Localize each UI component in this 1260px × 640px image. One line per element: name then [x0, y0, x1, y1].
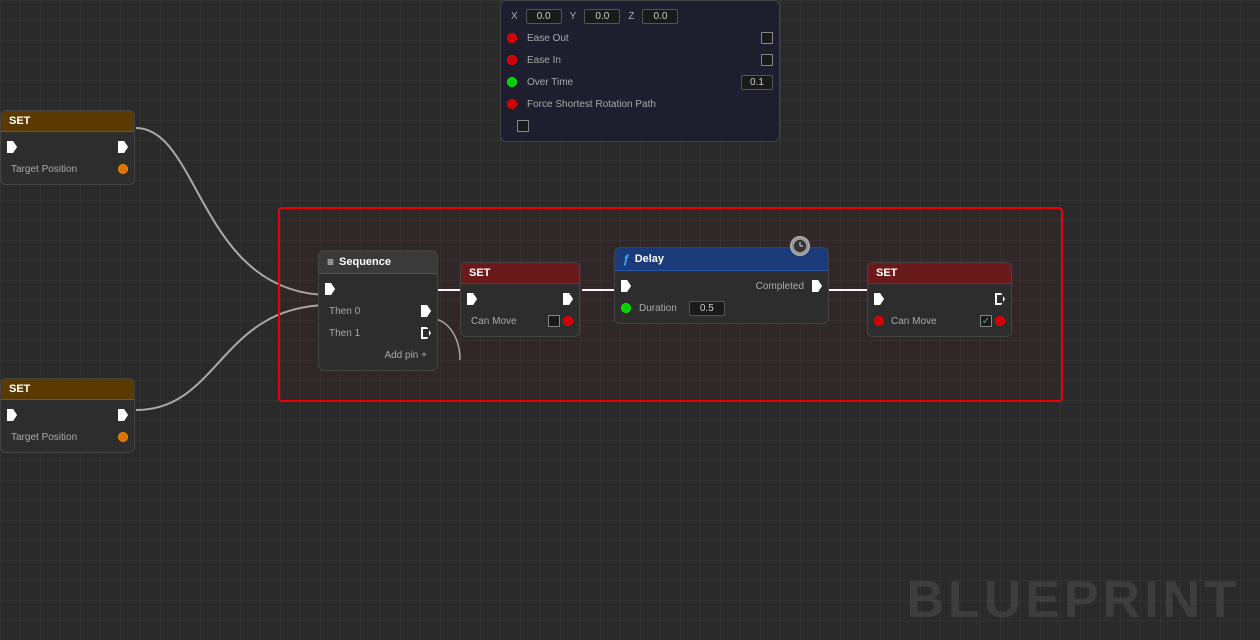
force-shortest-label: Force Shortest Rotation Path [523, 99, 660, 110]
sequence-then0-label: Then 0 [325, 306, 364, 317]
left-set1-target-label: Target Position [7, 164, 81, 175]
sequence-title: Sequence [339, 256, 391, 268]
sequence-icon: ≡ [327, 255, 334, 269]
ease-out-label: Ease Out [523, 33, 573, 44]
set1-exec-in[interactable] [467, 293, 477, 305]
set2-exec-in[interactable] [874, 293, 884, 305]
over-time-pin [507, 77, 517, 87]
delay-completed-label: Completed [752, 281, 808, 292]
set-node-2-body: Can Move [868, 284, 1011, 336]
set2-can-move-label: Can Move [887, 316, 941, 327]
set2-can-move-pin-right[interactable] [995, 316, 1005, 326]
force-shortest-checkbox[interactable] [517, 120, 529, 132]
left-set-node-2-title: SET [9, 383, 30, 395]
z-label: Z [624, 11, 638, 22]
set-node-1: SET Can Move [460, 262, 580, 337]
set1-can-move-pin[interactable] [563, 316, 573, 326]
set1-can-move-label: Can Move [467, 316, 521, 327]
delay-title: Delay [635, 253, 664, 265]
z-input[interactable] [642, 9, 678, 24]
set-node-2-title: SET [876, 267, 897, 279]
add-pin-button[interactable]: Add pin + [380, 350, 431, 361]
delay-duration-input[interactable] [689, 301, 725, 316]
left-set2-target-pin[interactable] [118, 432, 128, 442]
sequence-then0-pin[interactable] [421, 305, 431, 317]
delay-duration-label: Duration [635, 303, 681, 314]
set-node-1-title: SET [469, 267, 490, 279]
set-node-1-header: SET [461, 263, 579, 284]
left-set1-exec-out[interactable] [118, 141, 128, 153]
sequence-then1-pin[interactable] [421, 327, 431, 339]
ease-in-pin [507, 55, 517, 65]
set2-exec-out[interactable] [995, 293, 1005, 305]
sequence-node: ≡ Sequence Then 0 Then 1 Add pin + [318, 250, 438, 371]
top-right-node: X Y Z Ease Out Ease In Over Time [500, 0, 780, 142]
ease-in-checkbox[interactable] [761, 54, 773, 66]
left-set-node-2-header: SET [1, 379, 134, 400]
y-input[interactable] [584, 9, 620, 24]
left-set1-exec-in[interactable] [7, 141, 17, 153]
delay-body: Completed Duration [615, 271, 828, 323]
clock-icon [790, 236, 810, 256]
sequence-exec-in[interactable] [325, 283, 335, 295]
delay-completed-pin[interactable] [812, 280, 822, 292]
left-set2-exec-out[interactable] [118, 409, 128, 421]
set1-exec-out[interactable] [563, 293, 573, 305]
set-node-1-body: Can Move [461, 284, 579, 336]
left-set1-target-pin[interactable] [118, 164, 128, 174]
set-node-2-header: SET [868, 263, 1011, 284]
sequence-body: Then 0 Then 1 Add pin + [319, 274, 437, 370]
set1-can-move-checkbox[interactable] [548, 315, 560, 327]
delay-duration-pin[interactable] [621, 303, 631, 313]
y-label: Y [566, 11, 581, 22]
blueprint-watermark: BLUEPRINT [906, 570, 1240, 630]
set-node-2: SET Can Move [867, 262, 1012, 337]
sequence-then1-label: Then 1 [325, 328, 364, 339]
ease-out-checkbox[interactable] [761, 32, 773, 44]
left-set2-target-label: Target Position [7, 432, 81, 443]
set2-can-move-pin-left[interactable] [874, 316, 884, 326]
x-label: X [507, 11, 522, 22]
left-set-node-1-header: SET [1, 111, 134, 132]
over-time-label: Over Time [523, 77, 577, 88]
set2-can-move-checkbox[interactable] [980, 315, 992, 327]
left-set-node-1-body: Target Position [1, 132, 134, 184]
delay-node: ƒ Delay Completed Duration [614, 247, 829, 324]
x-input[interactable] [526, 9, 562, 24]
delay-icon: ƒ [623, 252, 630, 266]
force-shortest-pin [507, 99, 517, 109]
ease-out-pin [507, 33, 517, 43]
left-set-node-2: SET Target Position [0, 378, 135, 453]
left-set2-exec-in[interactable] [7, 409, 17, 421]
blueprint-canvas: X Y Z Ease Out Ease In Over Time [0, 0, 1260, 640]
left-set-node-1: SET Target Position [0, 110, 135, 185]
sequence-node-header: ≡ Sequence [319, 251, 437, 274]
delay-exec-in[interactable] [621, 280, 631, 292]
left-set-node-1-title: SET [9, 115, 30, 127]
ease-in-label: Ease In [523, 55, 565, 66]
left-set-node-2-body: Target Position [1, 400, 134, 452]
over-time-input[interactable] [741, 75, 773, 90]
